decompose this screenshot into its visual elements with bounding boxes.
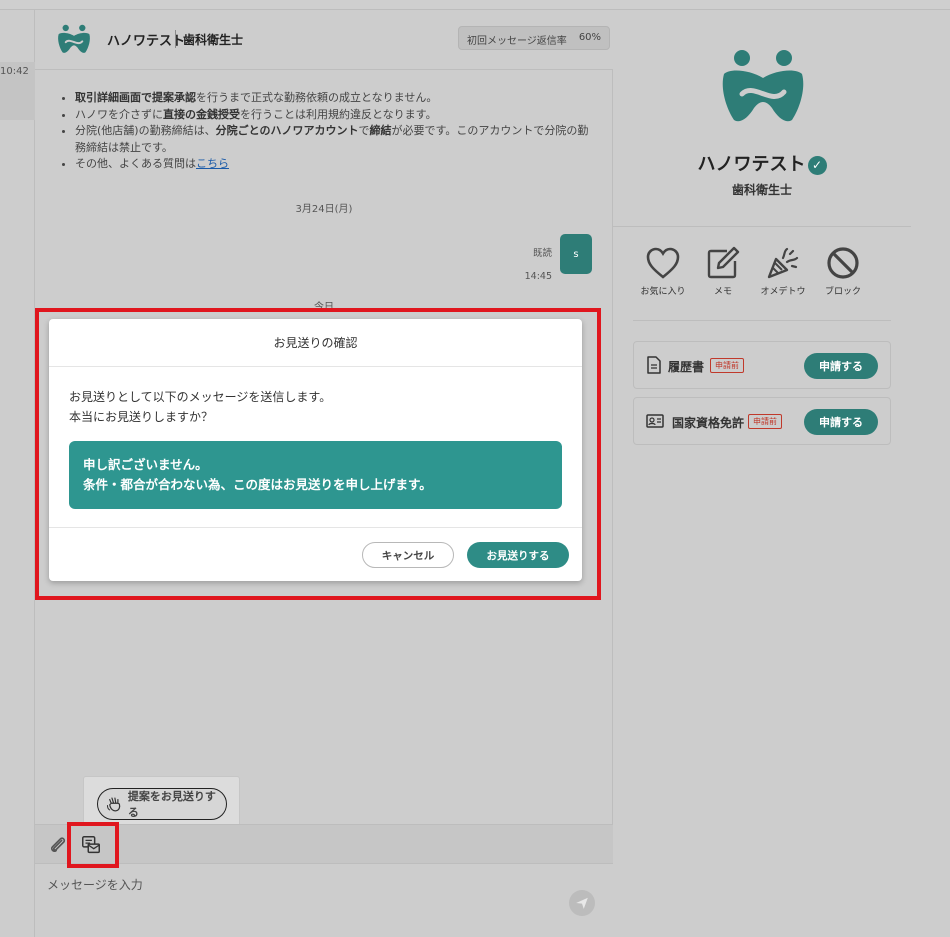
header-divider (175, 30, 176, 48)
read-status: 既読 (532, 248, 552, 259)
license-row: 国家資格免許 申請前 申請する (633, 397, 891, 445)
send-button[interactable] (569, 890, 595, 916)
congrats-button[interactable]: オメデトウ (753, 246, 813, 297)
resume-label: 履歴書 (668, 360, 705, 374)
profile-name: ハノワテスト (697, 154, 806, 175)
hanowa-logo-icon (58, 24, 90, 53)
id-card-icon (646, 414, 664, 428)
top-bar (0, 0, 950, 10)
favorite-button[interactable]: お気に入り (633, 246, 693, 297)
highlight-proposal-icon (67, 822, 119, 868)
conversation-list[interactable]: 10:42 (0, 10, 35, 937)
party-popper-icon (767, 247, 799, 279)
license-label: 国家資格免許 (672, 416, 745, 430)
notice-list: 取引詳細画面で提案承認を行うまで正式な勤務依頼の成立となりません。 ハノワを介さ… (75, 90, 595, 173)
block-label: ブロック (824, 287, 861, 297)
message-input[interactable] (47, 874, 547, 896)
reply-rate-label: 初回メッセージ返信率 (467, 36, 567, 47)
profile-avatar-logo (722, 50, 804, 122)
divider (633, 320, 891, 321)
reply-rate-badge: 初回メッセージ返信率 60% (458, 26, 611, 50)
license-status-badge: 申請前 (748, 414, 782, 429)
congrats-label: オメデトウ (760, 287, 806, 297)
notice-item: 分院(他店舗)の勤務締結は、分院ごとのハノワアカウントで締結が必要です。このアカ… (75, 123, 595, 156)
notice-item: ハノワを介さずに直接の金銭授受を行うことは利用規約違反となります。 (75, 107, 595, 124)
document-icon (647, 356, 661, 374)
chat-partner-role: 歯科衛生士 (183, 33, 244, 47)
profile-name-row: ハノワテスト ✓ (613, 150, 911, 176)
chat-header: ハノワテスト 歯科衛生士 初回メッセージ返信率 60% (35, 10, 613, 70)
date-separator: 3月24日(月) (295, 204, 353, 215)
paperclip-icon[interactable] (47, 834, 69, 856)
reply-rate-value: 60% (578, 32, 602, 43)
send-icon (576, 897, 588, 909)
decline-popover: 提案をお見送りする (83, 776, 240, 828)
profile-role: 歯科衛生士 (731, 183, 792, 197)
faq-link[interactable]: こちら (196, 157, 229, 170)
resume-status-badge: 申請前 (710, 358, 744, 373)
resume-apply-button[interactable]: 申請する (804, 353, 878, 379)
message-meta: 既読 14:45 (525, 242, 552, 288)
memo-label: メモ (713, 287, 732, 297)
block-icon (827, 247, 859, 279)
message-time: 14:45 (524, 271, 552, 282)
verified-icon: ✓ (807, 156, 827, 175)
chat-partner-name: ハノワテスト (107, 34, 186, 49)
decline-proposal-label: 提案をお見送りする (127, 790, 216, 819)
waving-hand-icon (106, 797, 121, 812)
profile-panel: ハノワテスト ✓ 歯科衛生士 お気に入り メモ オメデトウ ブロック 履歴書 申… (613, 10, 950, 937)
decline-proposal-button[interactable]: 提案をお見送りする (97, 788, 227, 820)
composer (35, 864, 613, 937)
message-bubble: s (560, 234, 592, 274)
heart-icon (646, 247, 680, 279)
block-button[interactable]: ブロック (813, 246, 873, 297)
profile-actions: お気に入り メモ オメデトウ ブロック (633, 246, 893, 306)
highlight-dialog (35, 308, 601, 600)
notice-item: 取引詳細画面で提案承認を行うまで正式な勤務依頼の成立となりません。 (75, 90, 595, 107)
conversation-time: 10:42 (0, 66, 29, 77)
favorite-label: お気に入り (640, 287, 686, 297)
composer-toolbar (35, 824, 613, 864)
license-apply-button[interactable]: 申請する (804, 409, 878, 435)
memo-button[interactable]: メモ (693, 246, 753, 297)
profile-summary: ハノワテスト ✓ 歯科衛生士 (613, 10, 911, 227)
edit-icon (707, 246, 740, 279)
notice-item: その他、よくある質問はこちら (75, 156, 595, 173)
resume-row: 履歴書 申請前 申請する (633, 341, 891, 389)
